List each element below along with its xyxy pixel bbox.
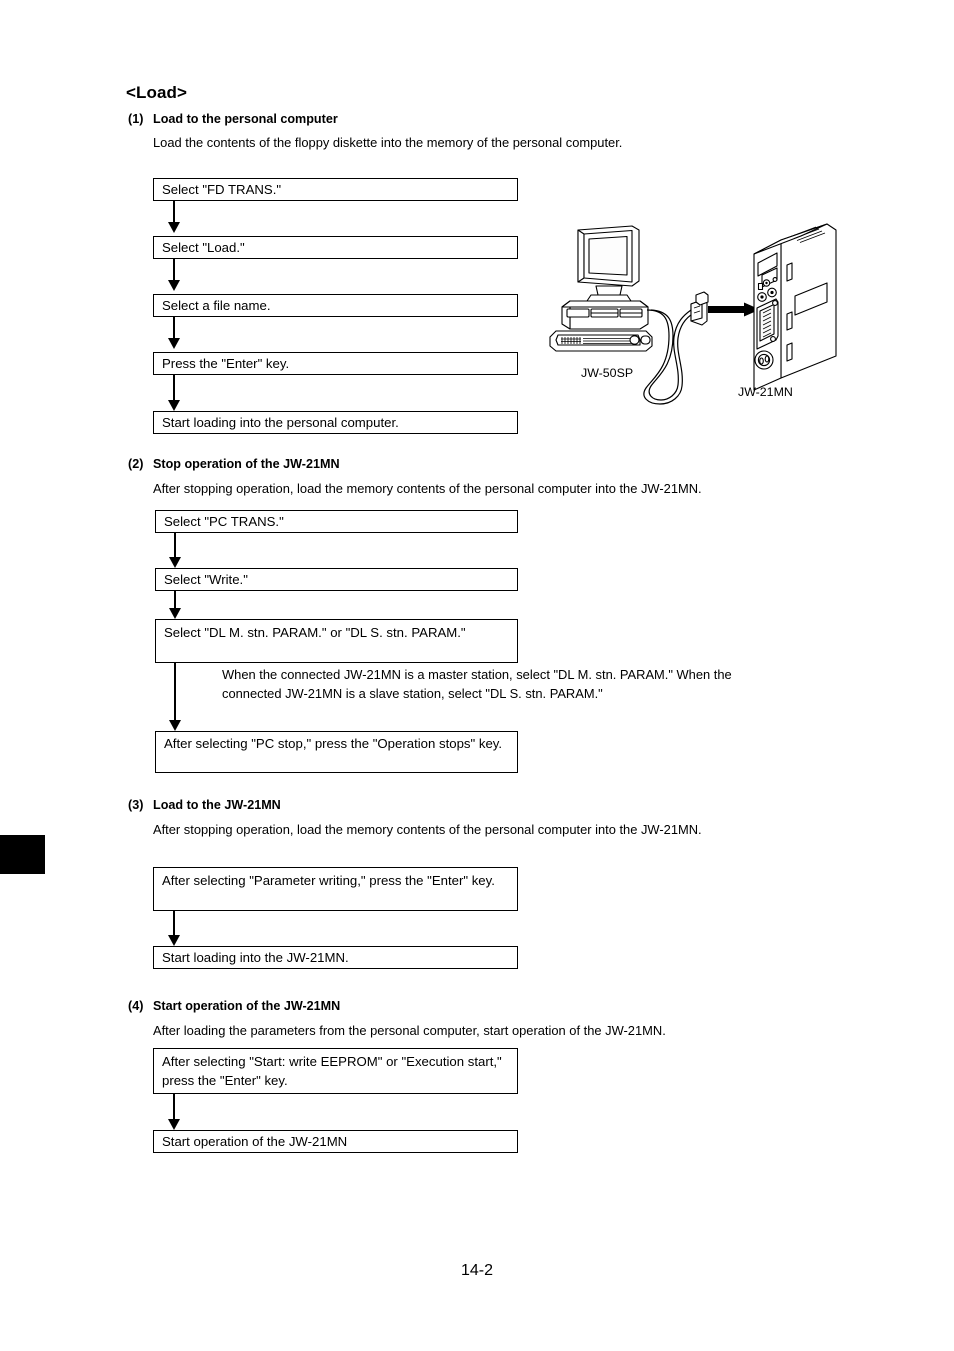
section-4-heading-text: Start operation of the JW-21MN [153,999,341,1013]
page-number: 14-2 [460,1262,494,1279]
flow-step-2-2: Select "Write." [155,568,518,591]
page-edge-tab-marker [0,835,45,874]
section-2-number: (2) [128,457,144,471]
section-1-heading-text: Load to the personal computer [153,112,338,126]
section-3-number: (3) [128,798,144,812]
flow-step-1-2: Select "Load." [153,236,518,259]
flow-arrow-2-1 [169,533,182,568]
flow-arrow-3-1 [168,911,181,946]
section-4-number: (4) [128,999,144,1013]
flow-arrow-1-1 [168,201,181,233]
flow-step-1-5: Start loading into the personal computer… [153,411,518,434]
flow-step-2-4: After selecting "PC stop," press the "Op… [155,731,518,773]
section-4-body: After loading the parameters from the pe… [153,1023,666,1038]
flow-step-2-3: Select "DL M. stn. PARAM." or "DL S. stn… [155,619,518,663]
section-2-body: After stopping operation, load the memor… [153,481,702,496]
connection-diagram: JW-50SP JW-21MN [548,218,848,408]
section-1-body: Load the contents of the floppy diskette… [153,135,623,150]
section-2-note: When the connected JW-21MN is a master s… [222,667,732,702]
section-1-number: (1) [128,112,144,126]
page-title: <Load> [126,83,188,102]
section-1-heading: (1) Load to the personal computer [128,112,338,126]
flow-step-2-1: Select "PC TRANS." [155,510,518,533]
figure-label-module: JW-21MN [738,385,793,399]
flow-step-3-1: After selecting "Parameter writing," pre… [153,867,518,911]
flow-arrow-1-2 [168,259,181,291]
flow-step-4-2: Start operation of the JW-21MN [153,1130,518,1153]
figure-label-computer: JW-50SP [581,366,634,380]
section-3-heading: (3) Load to the JW-21MN [128,798,281,812]
flow-arrow-1-3 [168,317,181,349]
flow-step-3-2: Start loading into the JW-21MN. [153,946,518,969]
section-2-heading-text: Stop operation of the JW-21MN [153,457,340,471]
section-3-heading-text: Load to the JW-21MN [153,798,281,812]
flow-arrow-2-2 [169,591,182,619]
flow-arrow-2-3 [169,663,182,731]
flow-step-1-1: Select "FD TRANS." [153,178,518,201]
flow-step-1-3: Select a file name. [153,294,518,317]
section-2-heading: (2) Stop operation of the JW-21MN [128,457,340,471]
flow-step-4-1: After selecting "Start: write EEPROM" or… [153,1048,518,1094]
flow-arrow-1-4 [168,375,181,411]
section-3-body: After stopping operation, load the memor… [153,822,702,837]
flow-arrow-4-1 [168,1094,181,1130]
flow-step-1-4: Press the "Enter" key. [153,352,518,375]
section-4-heading: (4) Start operation of the JW-21MN [128,999,340,1013]
